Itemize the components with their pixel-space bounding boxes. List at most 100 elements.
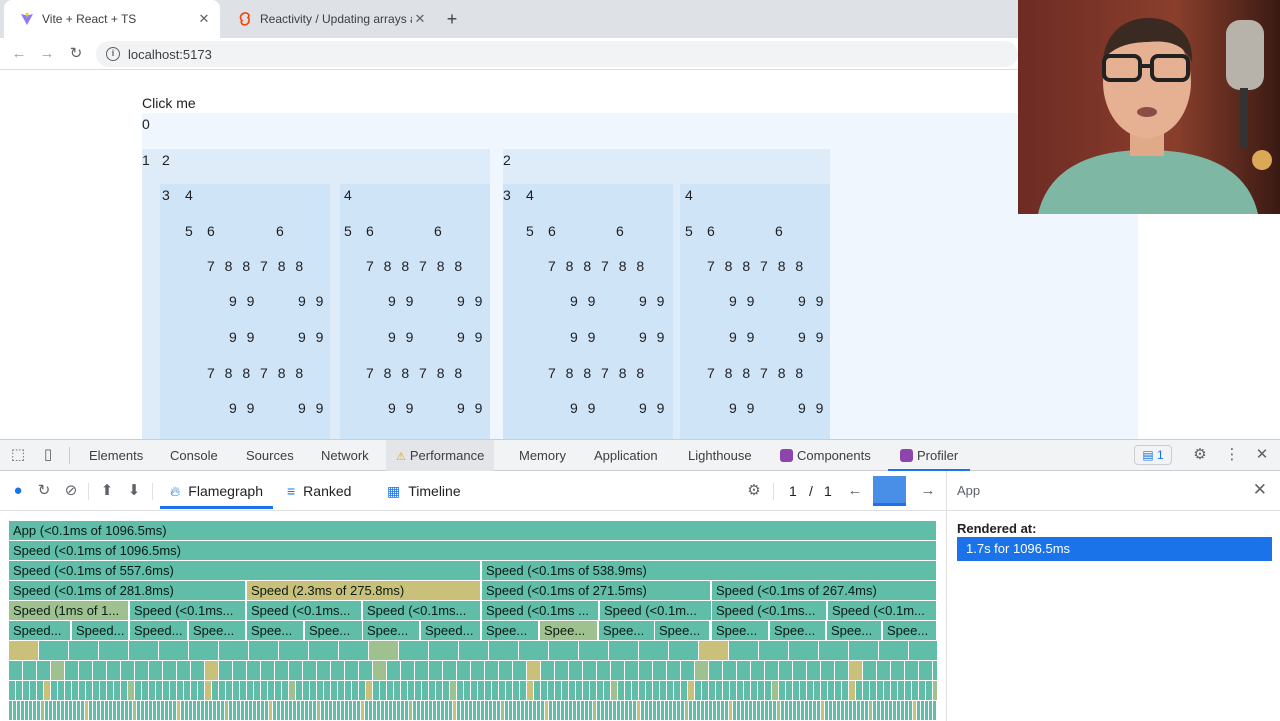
flamegraph-node[interactable] [277, 701, 280, 720]
flamegraph-node[interactable] [863, 681, 869, 700]
flamegraph-node[interactable] [819, 641, 848, 660]
flamegraph-node[interactable]: Spee... [189, 621, 246, 640]
flamegraph-node[interactable] [25, 701, 28, 720]
flamegraph-node[interactable]: Speed (<0.1m... [600, 601, 712, 620]
flamegraph-node[interactable] [879, 641, 908, 660]
flamegraph-node[interactable] [225, 701, 228, 720]
flamegraph-node[interactable] [413, 701, 416, 720]
messages-badge[interactable]: ▤ 1 [1134, 445, 1172, 465]
flamegraph-node[interactable] [177, 661, 190, 680]
flamegraph-node[interactable] [629, 701, 632, 720]
flamegraph-node[interactable] [121, 681, 127, 700]
flamegraph-node[interactable]: Speed (<0.1ms... [247, 601, 362, 620]
flamegraph-node[interactable] [753, 701, 756, 720]
flamegraph-node[interactable] [905, 681, 911, 700]
flamegraph-node[interactable] [493, 701, 496, 720]
flamegraph-node[interactable] [443, 681, 449, 700]
flamegraph-node[interactable] [605, 701, 608, 720]
flamegraph-node[interactable]: Speed (<0.1ms of 538.9ms) [482, 561, 937, 580]
flamegraph-node[interactable] [793, 661, 806, 680]
flamegraph-node[interactable] [245, 701, 248, 720]
flamegraph-node[interactable] [877, 661, 890, 680]
flamegraph-node[interactable]: Speed (2.3ms of 275.8ms) [247, 581, 481, 600]
flamegraph-node[interactable] [621, 701, 624, 720]
tab-sources[interactable]: Sources [242, 440, 298, 471]
flamegraph-node[interactable] [565, 701, 568, 720]
flamegraph-node[interactable] [39, 641, 68, 660]
record-icon[interactable]: ● [8, 481, 28, 501]
flamegraph-node[interactable] [229, 701, 232, 720]
tab-timeline[interactable]: ▦ Timeline [387, 471, 461, 511]
flamegraph-node[interactable] [891, 681, 897, 700]
flamegraph-node[interactable] [325, 701, 328, 720]
flamegraph-node[interactable] [527, 681, 533, 700]
flamegraph-node[interactable]: Speed (<0.1ms... [712, 601, 827, 620]
flamegraph-node[interactable] [579, 641, 608, 660]
tab-performance[interactable]: ⚠ Performance [386, 440, 495, 471]
flamegraph-node[interactable] [93, 701, 96, 720]
flamegraph-node[interactable]: Speed... [130, 621, 188, 640]
flamegraph-node[interactable] [161, 701, 164, 720]
flamegraph-node[interactable] [453, 701, 456, 720]
flamegraph-node[interactable] [128, 681, 134, 700]
flamegraph-node[interactable] [665, 701, 668, 720]
flamegraph-node[interactable] [247, 661, 260, 680]
flamegraph-node[interactable] [345, 701, 348, 720]
flamegraph-node[interactable] [841, 701, 844, 720]
flamegraph-node[interactable] [909, 641, 937, 660]
flamegraph-node[interactable] [313, 701, 316, 720]
flamegraph-node[interactable] [553, 701, 556, 720]
flamegraph-node[interactable] [385, 701, 388, 720]
flamegraph-node[interactable] [569, 661, 582, 680]
flamegraph-node[interactable] [16, 681, 22, 700]
flamegraph-node[interactable] [667, 661, 680, 680]
flamegraph-node[interactable] [121, 661, 134, 680]
flamegraph-node[interactable] [429, 641, 458, 660]
flamegraph-node[interactable] [399, 641, 428, 660]
flamegraph-node[interactable] [769, 701, 772, 720]
flamegraph-node[interactable] [617, 701, 620, 720]
flamegraph-node[interactable] [373, 701, 376, 720]
flamegraph-node[interactable] [461, 701, 464, 720]
flamegraph-node[interactable] [165, 701, 168, 720]
flamegraph-node[interactable] [193, 701, 196, 720]
flamegraph-node[interactable] [527, 661, 540, 680]
flamegraph-node[interactable] [365, 701, 368, 720]
flamegraph-node[interactable] [17, 701, 20, 720]
flamegraph-node[interactable] [549, 641, 578, 660]
flamegraph-node[interactable]: Spee... [247, 621, 304, 640]
flamegraph-node[interactable] [296, 681, 302, 700]
flamegraph-node[interactable] [485, 701, 488, 720]
flamegraph-node[interactable] [333, 701, 336, 720]
flamegraph-node[interactable] [653, 661, 666, 680]
flamegraph-node[interactable] [324, 681, 330, 700]
flamegraph-node[interactable] [912, 681, 918, 700]
flamegraph-node[interactable] [525, 701, 528, 720]
flamegraph-node[interactable] [849, 661, 862, 680]
flamegraph-node[interactable] [99, 641, 128, 660]
reload-and-profile-icon[interactable]: ↻ [34, 481, 54, 501]
flamegraph-node[interactable] [97, 701, 100, 720]
flamegraph-node[interactable] [359, 661, 372, 680]
flamegraph-node[interactable] [793, 701, 796, 720]
flamegraph-node[interactable] [705, 701, 708, 720]
upload-icon[interactable]: ⬆ [97, 481, 117, 501]
flamegraph-node[interactable]: Spee... [482, 621, 539, 640]
flamegraph-node[interactable] [349, 701, 352, 720]
flamegraph-node[interactable] [357, 701, 360, 720]
flamegraph-node[interactable] [233, 661, 246, 680]
flamegraph-node[interactable] [77, 701, 80, 720]
flamegraph-node[interactable] [105, 701, 108, 720]
new-tab-icon[interactable]: + [442, 10, 462, 30]
flamegraph-node[interactable] [513, 681, 519, 700]
flamegraph-node[interactable] [184, 681, 190, 700]
flamegraph-node[interactable] [401, 661, 414, 680]
tab-console[interactable]: Console [166, 440, 222, 471]
flamegraph-node[interactable] [821, 661, 834, 680]
flamegraph-node[interactable] [429, 701, 432, 720]
flamegraph-node[interactable] [737, 661, 750, 680]
flamegraph-node[interactable] [492, 681, 498, 700]
flamegraph-node[interactable] [205, 661, 218, 680]
flamegraph-node[interactable] [541, 661, 554, 680]
flamegraph-node[interactable] [837, 701, 840, 720]
